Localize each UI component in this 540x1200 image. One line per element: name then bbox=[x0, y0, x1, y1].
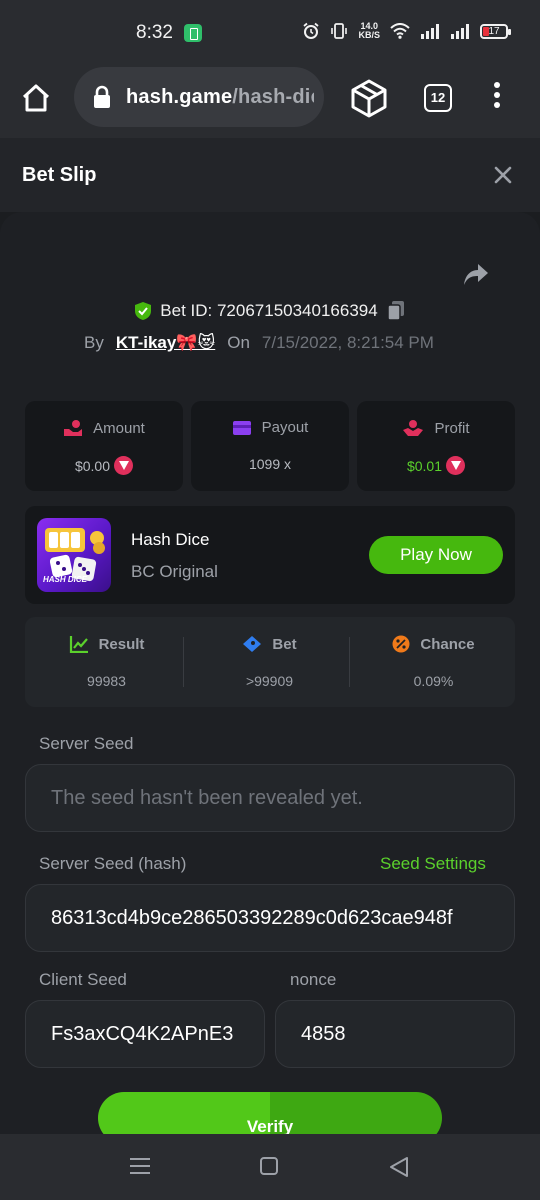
alarm-icon bbox=[303, 22, 320, 39]
network-speed: 14.0 KB/S bbox=[358, 21, 380, 40]
nonce-label: nonce bbox=[290, 970, 337, 989]
profit-label: Profit bbox=[434, 419, 470, 437]
nonce-field[interactable]: 4858 bbox=[275, 1000, 515, 1068]
server-seed-hash-label: Server Seed (hash) bbox=[39, 854, 187, 873]
payout-stat: Payout 1099 x bbox=[191, 401, 349, 491]
system-nav-bar bbox=[0, 1134, 540, 1200]
copy-icon[interactable] bbox=[386, 300, 406, 322]
page-title: Bet Slip bbox=[22, 164, 97, 186]
status-time: 8:32 bbox=[136, 22, 173, 43]
game-card: HASH DICE Hash Dice BC Original Play Now bbox=[25, 506, 515, 604]
on-label: On bbox=[227, 333, 250, 352]
wallet-icon bbox=[232, 420, 251, 435]
amount-stat: Amount $0.00 bbox=[25, 401, 183, 491]
game-thumbnail[interactable]: HASH DICE bbox=[37, 518, 111, 592]
cube-icon[interactable] bbox=[350, 78, 388, 118]
server-seed-hash-field[interactable]: 86313cd4b9ce286503392289c0d623cae948f bbox=[25, 884, 515, 952]
game-name: Hash Dice bbox=[131, 530, 210, 549]
address-bar[interactable]: hash.game/hash-dice bbox=[74, 67, 324, 127]
profit-value: $0.01 bbox=[406, 457, 443, 474]
close-icon[interactable] bbox=[492, 164, 514, 186]
bet-slip-header: Bet Slip bbox=[0, 138, 540, 212]
wifi-icon bbox=[390, 23, 410, 39]
bet-meta-row: By KT-ikay🎀😻 On 7/15/2022, 8:21:54 PM bbox=[84, 333, 434, 353]
divider bbox=[183, 637, 184, 687]
home-icon[interactable] bbox=[20, 82, 52, 114]
back-icon[interactable] bbox=[388, 1156, 410, 1178]
chance-column: Chance 0.09% bbox=[352, 617, 515, 707]
shield-check-icon bbox=[135, 302, 152, 320]
bet-id: Bet ID: 72067150340166394 bbox=[160, 301, 378, 320]
chance-label: Chance bbox=[420, 635, 475, 653]
server-seed-label: Server Seed bbox=[39, 734, 134, 753]
profit-stat: Profit $0.01 bbox=[357, 401, 515, 491]
ticket-icon bbox=[243, 636, 262, 652]
trx-coin-icon bbox=[114, 456, 134, 475]
hand-coin-icon bbox=[64, 420, 83, 436]
bet-date: 7/15/2022, 8:21:54 PM bbox=[261, 333, 434, 352]
amount-label: Amount bbox=[93, 419, 145, 437]
browser-toolbar: hash.game/hash-dice 12 bbox=[0, 64, 540, 138]
more-menu-icon[interactable] bbox=[490, 82, 504, 112]
game-subtitle: BC Original bbox=[131, 562, 218, 581]
server-seed-field[interactable]: The seed hasn't been revealed yet. bbox=[25, 764, 515, 832]
percent-icon bbox=[392, 635, 410, 653]
battery-saver-icon bbox=[184, 24, 202, 42]
result-value: 99983 bbox=[87, 673, 126, 689]
round-info-card: Result 99983 Bet >99909 Chance 0.09% bbox=[25, 617, 515, 707]
chance-value: 0.09% bbox=[413, 673, 454, 689]
amount-value: $0.00 bbox=[74, 457, 111, 474]
recent-apps-icon[interactable] bbox=[130, 1158, 150, 1176]
payout-value: 1099 x bbox=[248, 456, 292, 472]
signal-icon bbox=[421, 24, 439, 39]
divider bbox=[349, 637, 350, 687]
home-nav-icon[interactable] bbox=[260, 1157, 278, 1175]
profit-icon bbox=[403, 420, 424, 436]
result-column: Result 99983 bbox=[25, 617, 188, 707]
client-seed-field[interactable]: Fs3axCQ4K2APnE3 bbox=[25, 1000, 265, 1068]
client-seed-label: Client Seed bbox=[39, 970, 127, 989]
status-bar: 8:32 14.0 KB/S 17 bbox=[0, 0, 540, 64]
tabs-count-button[interactable]: 12 bbox=[424, 84, 452, 112]
bet-id-row: Bet ID: 72067150340166394 bbox=[0, 300, 540, 322]
bet-column: Bet >99909 bbox=[188, 617, 351, 707]
play-now-button[interactable]: Play Now bbox=[369, 536, 503, 574]
bet-label: Bet bbox=[272, 635, 297, 653]
bet-value: >99909 bbox=[245, 673, 294, 689]
battery-icon: 17 bbox=[480, 23, 511, 39]
status-icons: 14.0 KB/S 17 bbox=[302, 21, 511, 40]
url-text: hash.game/hash-dice bbox=[126, 86, 314, 108]
user-link[interactable]: KT-ikay🎀😻 bbox=[116, 333, 215, 353]
game-thumb-label: HASH DICE bbox=[43, 575, 88, 584]
vibrate-icon bbox=[331, 23, 348, 39]
chart-icon bbox=[69, 636, 88, 653]
payout-label: Payout bbox=[261, 419, 309, 436]
lock-icon bbox=[94, 85, 110, 108]
share-icon[interactable] bbox=[462, 262, 490, 288]
result-label: Result bbox=[98, 635, 145, 653]
signal-icon-2 bbox=[451, 24, 469, 39]
by-label: By bbox=[84, 333, 104, 352]
trx-coin-icon bbox=[446, 456, 466, 475]
seed-settings-link[interactable]: Seed Settings bbox=[380, 854, 486, 874]
